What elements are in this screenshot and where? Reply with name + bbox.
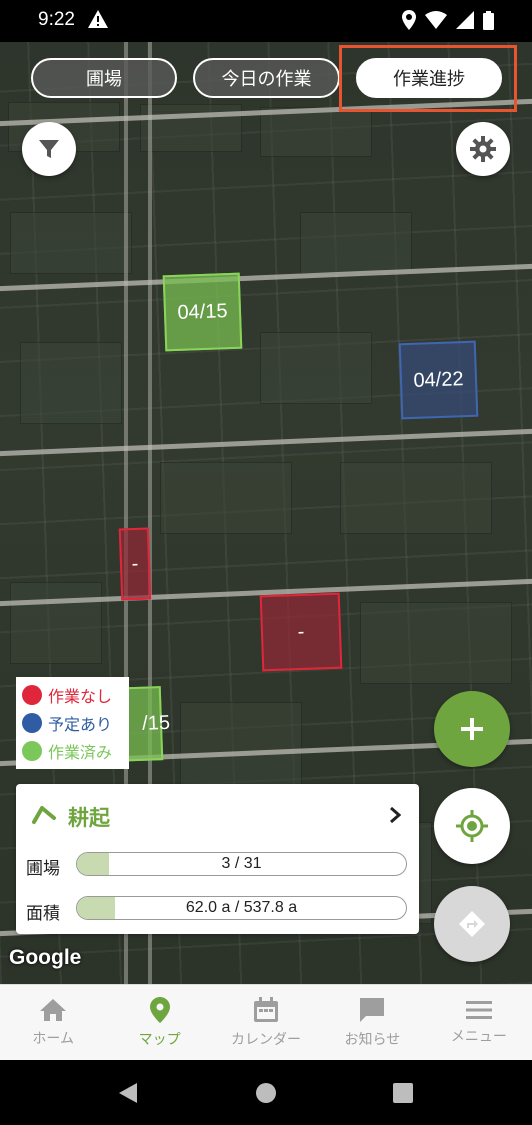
fields-progress-bar: 3 / 31 bbox=[76, 852, 407, 876]
my-location-button[interactable] bbox=[434, 788, 510, 864]
nav-notifications[interactable]: お知らせ bbox=[319, 985, 425, 1061]
calendar-icon bbox=[254, 997, 279, 1022]
legend-item: 予定あり bbox=[22, 709, 129, 737]
nav-map[interactable]: マップ bbox=[106, 985, 212, 1061]
plus-icon bbox=[461, 718, 483, 740]
warning-icon bbox=[88, 10, 108, 32]
back-icon[interactable] bbox=[118, 1082, 138, 1104]
menu-icon bbox=[465, 1001, 492, 1019]
progress-text: 3 / 31 bbox=[221, 855, 262, 872]
add-button[interactable] bbox=[434, 691, 510, 767]
my-location-icon bbox=[456, 810, 488, 842]
nav-label: メニュー bbox=[450, 1029, 507, 1045]
field-polygon[interactable]: - bbox=[118, 527, 152, 601]
recents-icon[interactable] bbox=[393, 1083, 413, 1103]
nav-label: お知らせ bbox=[344, 1032, 401, 1048]
legend-label: 作業済み bbox=[48, 743, 113, 762]
legend-label: 予定あり bbox=[48, 715, 113, 734]
map-pin-icon bbox=[149, 997, 170, 1023]
system-navigation-bar bbox=[0, 1060, 532, 1125]
nav-home[interactable]: ホーム bbox=[0, 985, 106, 1061]
status-dot bbox=[22, 713, 42, 733]
filter-button[interactable] bbox=[22, 122, 76, 176]
status-bar: 9:22 bbox=[0, 0, 532, 42]
field-polygon[interactable]: 04/15 bbox=[162, 272, 243, 352]
bottom-navigation: ホーム マップ カレンダー お知らせ メニュー bbox=[0, 984, 532, 1061]
legend-label: 作業なし bbox=[48, 687, 113, 706]
tab-fields[interactable]: 圃場 bbox=[31, 58, 177, 98]
nav-label: マップ bbox=[138, 1032, 181, 1048]
battery-icon bbox=[483, 10, 494, 30]
task-name: 耕起 bbox=[68, 806, 110, 830]
legend-item: 作業なし bbox=[22, 681, 129, 709]
legend-item: 作業済み bbox=[22, 737, 129, 765]
directions-button[interactable] bbox=[434, 886, 510, 962]
google-attribution: Google bbox=[9, 946, 82, 969]
wifi-icon bbox=[425, 11, 447, 29]
legend: 作業なし 予定あり 作業済み bbox=[16, 677, 129, 769]
chat-icon bbox=[360, 998, 385, 1022]
field-label: - bbox=[131, 552, 139, 575]
field-label: - bbox=[297, 620, 305, 643]
gear-icon bbox=[470, 136, 496, 162]
nav-label: ホーム bbox=[32, 1031, 74, 1047]
nav-menu[interactable]: メニュー bbox=[426, 985, 532, 1061]
status-dot bbox=[22, 741, 42, 761]
settings-button[interactable] bbox=[456, 122, 510, 176]
status-dot bbox=[22, 685, 42, 705]
tab-todays-work[interactable]: 今日の作業 bbox=[193, 58, 340, 98]
home-icon bbox=[40, 999, 67, 1021]
field-polygon[interactable]: - bbox=[259, 592, 343, 672]
location-icon bbox=[402, 10, 416, 30]
area-progress-bar: 62.0 a / 537.8 a bbox=[76, 896, 407, 920]
progress-card[interactable]: 耕起 圃場 3 / 31 面積 62.0 a / 537.8 a bbox=[16, 784, 419, 934]
nav-calendar[interactable]: カレンダー bbox=[213, 985, 319, 1061]
tillage-icon bbox=[32, 806, 56, 824]
directions-icon bbox=[459, 911, 485, 937]
highlight-box bbox=[339, 45, 517, 112]
field-label: /15 bbox=[141, 711, 171, 735]
field-label: 04/22 bbox=[413, 367, 464, 392]
chevron-right-icon[interactable] bbox=[389, 806, 401, 824]
home-button-icon[interactable] bbox=[255, 1082, 277, 1104]
nav-label: カレンダー bbox=[231, 1032, 302, 1048]
status-time: 9:22 bbox=[38, 9, 75, 30]
signal-icon bbox=[456, 11, 474, 29]
area-label: 面積 bbox=[26, 904, 60, 924]
field-label: 04/15 bbox=[177, 299, 228, 324]
field-polygon[interactable]: 04/22 bbox=[398, 340, 479, 420]
progress-text: 62.0 a / 537.8 a bbox=[185, 899, 298, 916]
filter-icon bbox=[39, 140, 59, 158]
fields-label: 圃場 bbox=[26, 859, 60, 879]
